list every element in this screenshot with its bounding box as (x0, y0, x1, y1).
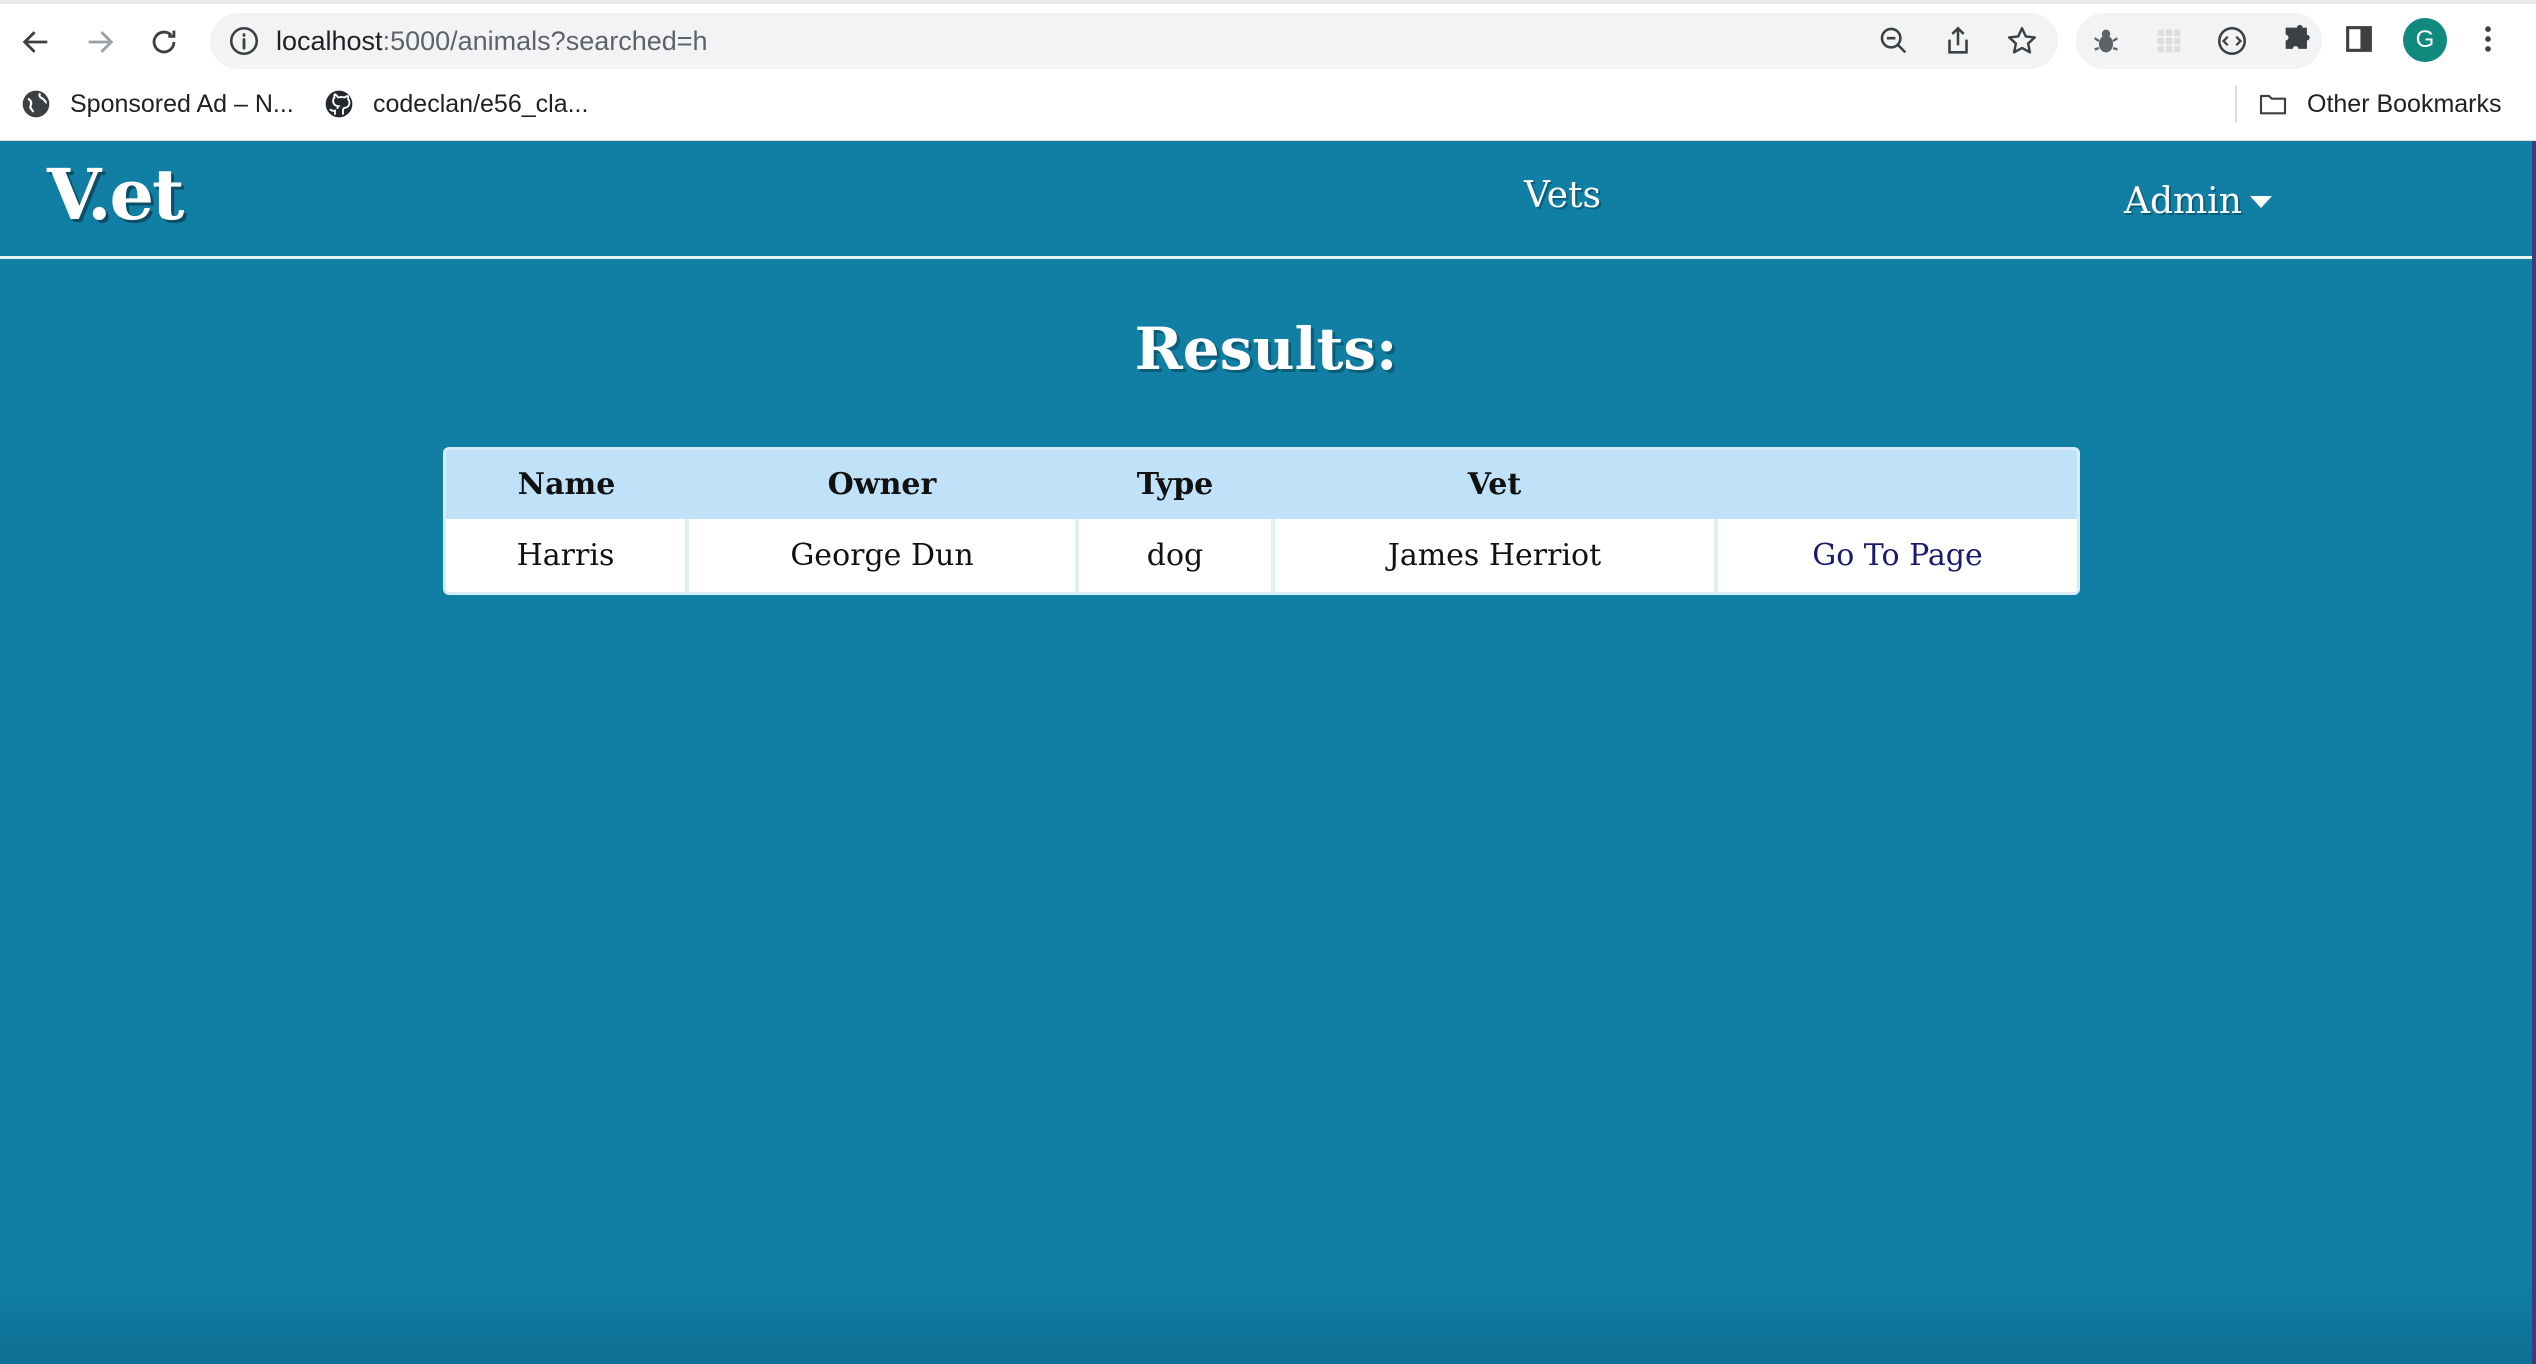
other-bookmarks[interactable]: Other Bookmarks (2257, 84, 2502, 124)
cell-action: Go To Page (1716, 519, 2077, 592)
more-menu-icon[interactable] (2471, 22, 2505, 56)
url-text[interactable]: localhost:5000/animals?searched=h (276, 13, 708, 69)
results-table: Name Owner Type Vet Harris George Dun do… (443, 447, 2080, 595)
share-icon[interactable] (1941, 24, 1975, 58)
results-title: Results: (1134, 315, 1398, 383)
site-logo[interactable]: V.et (47, 153, 184, 236)
column-header-name: Name (446, 450, 687, 519)
admin-dropdown[interactable]: Admin (2124, 181, 2272, 222)
cell-type: dog (1077, 519, 1275, 592)
admin-label: Admin (2124, 181, 2242, 222)
caret-down-icon (2249, 195, 2272, 208)
page-content: V.et Vets Admin Results: Name Owner Type… (0, 141, 2532, 1364)
column-header-owner: Owner (687, 450, 1077, 519)
table-row: Harris George Dun dog James Herriot Go T… (446, 519, 2077, 592)
cell-owner: George Dun (687, 519, 1079, 592)
bookmark-label: Sponsored Ad – N... (70, 89, 294, 118)
cell-name: Harris (446, 519, 689, 592)
column-header-type: Type (1077, 450, 1273, 519)
address-bar[interactable]: localhost:5000/animals?searched=h (210, 13, 2058, 69)
arrow-left-icon (22, 31, 48, 53)
go-to-page-link[interactable]: Go To Page (1812, 538, 1983, 573)
profile-avatar[interactable]: G (2403, 18, 2447, 62)
window-edge (2532, 141, 2536, 1364)
bookmark-sponsored-ad[interactable]: Sponsored Ad – N... (20, 84, 294, 124)
table-header-row: Name Owner Type Vet (446, 450, 2077, 519)
other-bookmarks-label: Other Bookmarks (2307, 89, 2502, 118)
bookmark-separator (2235, 86, 2237, 122)
nav-vets-link[interactable]: Vets (1524, 175, 1601, 216)
url-path: :5000/animals?searched=h (382, 26, 708, 56)
zoom-out-icon[interactable] (1877, 24, 1911, 58)
globe-icon (22, 90, 50, 118)
code-extension-icon[interactable] (2215, 24, 2249, 58)
column-header-vet: Vet (1273, 450, 1716, 519)
puzzle-icon[interactable] (2280, 22, 2314, 56)
site-info-icon[interactable] (227, 24, 261, 58)
bug-extension-icon[interactable] (2089, 24, 2123, 58)
browser-chrome: localhost:5000/animals?searched=h G Spon… (0, 0, 2536, 141)
forward-button[interactable] (74, 16, 126, 68)
bookmark-codeclan[interactable]: codeclan/e56_cla... (323, 84, 588, 124)
cell-vet: James Herriot (1273, 519, 1718, 592)
url-host: localhost (276, 26, 383, 56)
back-button[interactable] (10, 16, 62, 68)
folder-icon (2259, 94, 2287, 115)
star-icon[interactable] (2005, 24, 2039, 58)
arrow-right-icon (88, 31, 114, 53)
tab-strip-edge (0, 0, 2536, 4)
grid-extension-icon[interactable] (2152, 24, 2186, 58)
github-icon (325, 90, 353, 118)
reload-icon (152, 30, 176, 54)
column-header-action (1716, 450, 2077, 519)
bookmark-label: codeclan/e56_cla... (373, 89, 589, 118)
reload-button[interactable] (138, 16, 190, 68)
site-header: V.et Vets Admin (0, 141, 2532, 259)
side-panel-icon[interactable] (2342, 22, 2376, 56)
